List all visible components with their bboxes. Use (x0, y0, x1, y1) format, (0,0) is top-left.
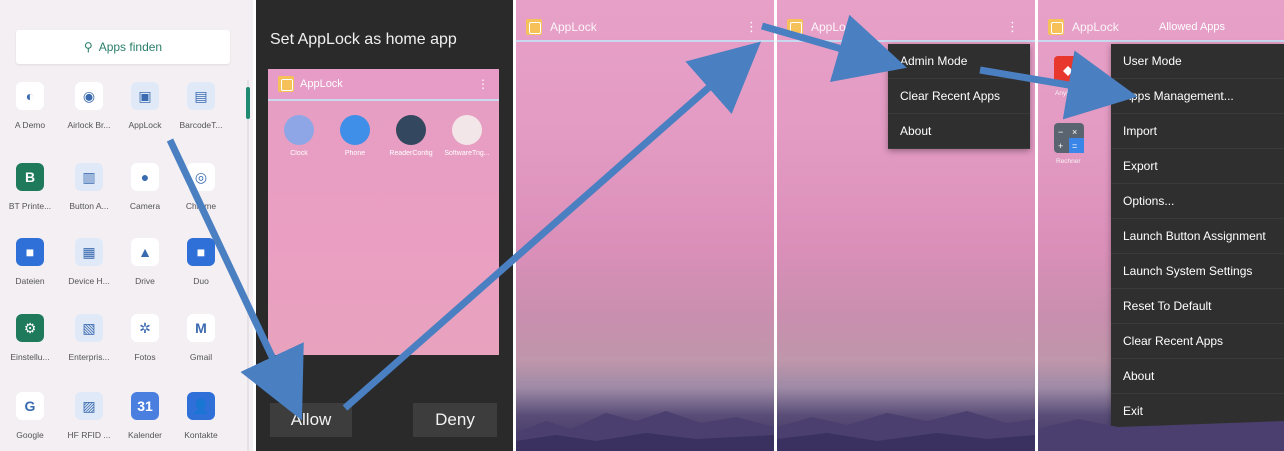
arrow-allow-to-menu (342, 41, 762, 411)
arrow-applock-to-allow (166, 138, 304, 421)
arrow-menu-to-admin (761, 14, 907, 83)
arrow-admin-to-apps-mgmt (979, 50, 1138, 120)
instruction-arrows (166, 14, 1138, 421)
